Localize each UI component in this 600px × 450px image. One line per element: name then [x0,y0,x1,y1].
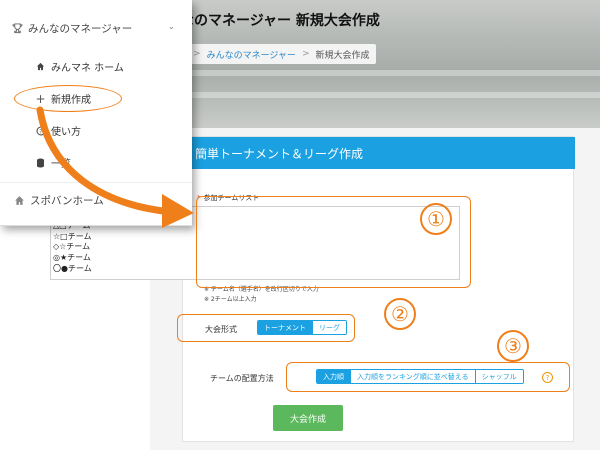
annotation-highlight-new [14,85,122,112]
home-icon [14,195,25,206]
sidebar-item-label: みんマネ ホーム [51,63,124,74]
annotation-number-2: ② [384,298,416,330]
hero-banner: なのマネージャー 新規大会作成 ム > みんなのマネージャー > 新規大会作成 [150,0,600,128]
sidebar-item-label: 使い方 [51,127,81,138]
annotation-number-1: ① [420,203,452,235]
breadcrumb: ム > みんなのマネージャー > 新規大会作成 [172,44,376,64]
sidebar-app-name: みんなのマネージャー [28,23,133,35]
sidebar-item-spoban-home[interactable]: スポバンホーム [14,193,104,208]
help-circle-icon: ? [35,125,46,136]
database-icon [35,157,46,168]
breadcrumb-current: 新規大会作成 [315,50,370,61]
sidebar-footer-label: スポバンホーム [30,195,104,207]
sidebar-menu: みんなのマネージャー ⌄ みんマネ ホーム + 新規作成 ? 使い方 一覧 スポ… [0,0,192,226]
chevron-down-icon[interactable]: ⌄ [168,22,175,31]
trophy-icon [12,23,23,34]
create-tournament-button[interactable]: 大会作成 [273,405,343,431]
sidebar-item-list[interactable]: 一覧 [35,155,71,170]
breadcrumb-separator: > [193,49,201,59]
sidebar-item-label: 一覧 [51,159,71,170]
breadcrumb-separator: > [301,49,310,59]
page-title: なのマネージャー 新規大会作成 [180,13,380,29]
hint-min-teams: ※ 2チーム以上入力 [204,296,257,303]
sidebar-item-howto[interactable]: ? 使い方 [35,123,81,138]
sidebar-app-header[interactable]: みんなのマネージャー [12,21,132,36]
card-header: 簡単トーナメント＆リーグ作成 [183,137,575,169]
home-icon [35,61,46,72]
svg-text:?: ? [39,128,42,135]
annotation-number-3: ③ [497,330,529,362]
sidebar-divider [0,182,192,183]
placement-label: チームの配置方法 [210,374,274,383]
breadcrumb-manager[interactable]: みんなのマネージャー [207,48,296,61]
annotation-box-3 [286,362,570,392]
sidebar-item-home[interactable]: みんマネ ホーム [35,59,124,74]
annotation-box-2 [177,314,355,342]
